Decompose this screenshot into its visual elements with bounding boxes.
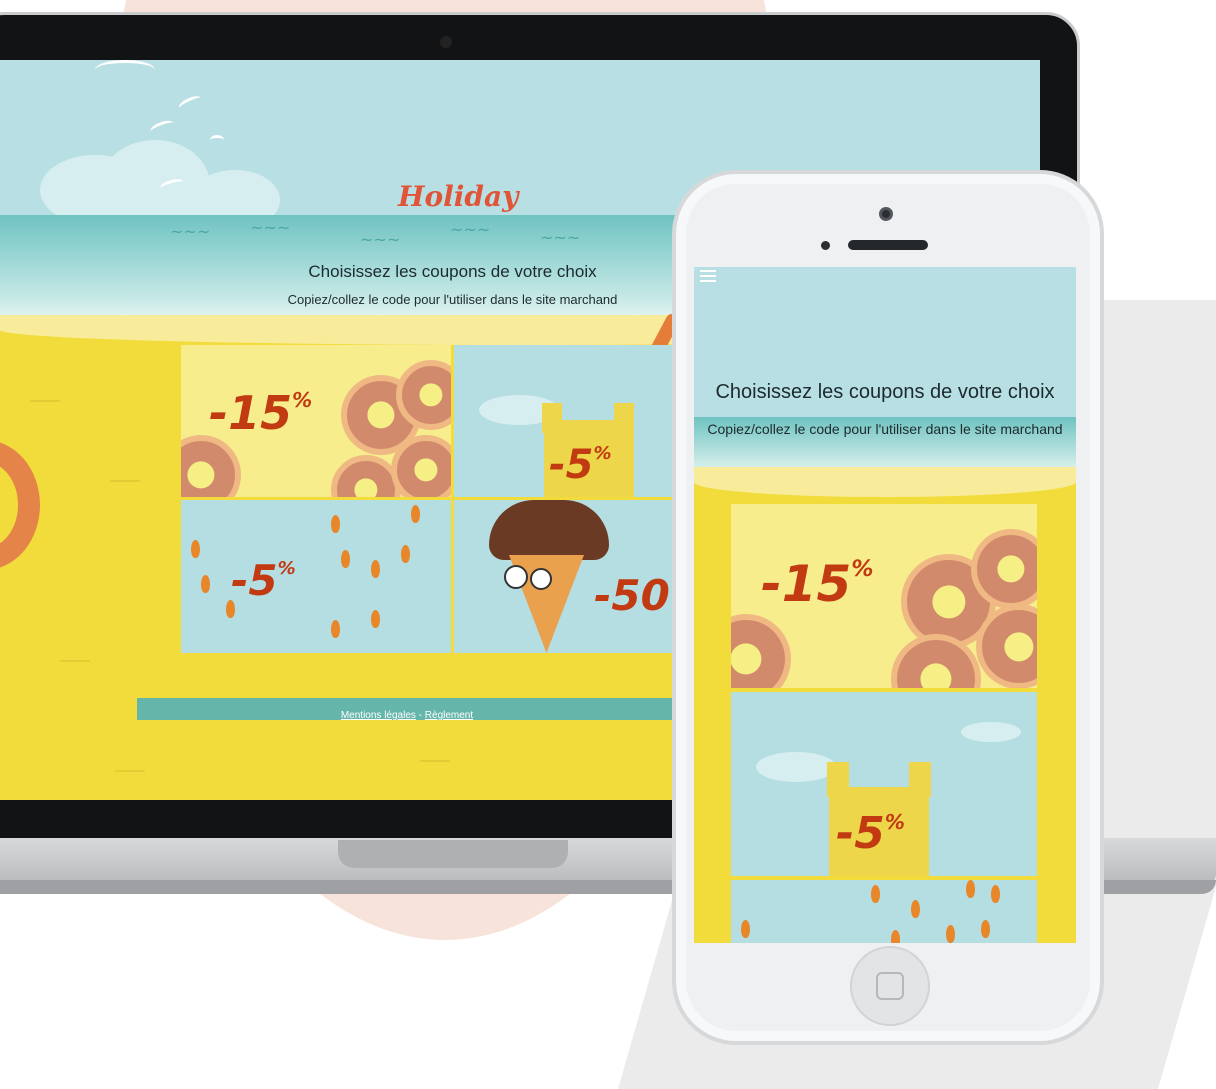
eye-icon: [530, 568, 552, 590]
home-button[interactable]: [850, 946, 930, 1026]
cloud: [961, 722, 1021, 742]
hamburger-menu-icon[interactable]: [700, 270, 716, 284]
coupon-card[interactable]: -15%: [181, 345, 451, 497]
swim-ring-icon: [0, 440, 40, 570]
flip-flop-icon: [741, 920, 750, 938]
flip-flop-icon: [331, 620, 340, 638]
percent-sign: %: [851, 557, 874, 582]
wave-mark: ~~~: [250, 218, 291, 237]
discount-value: -5%: [549, 442, 612, 488]
sand-mark: [110, 480, 140, 482]
wave-mark: ~~~: [540, 228, 581, 247]
percent-sign: %: [292, 388, 313, 412]
flip-flop-icon: [401, 545, 410, 563]
flip-flop-icon: [371, 560, 380, 578]
eye-icon: [504, 565, 528, 589]
seagull-icon: [210, 135, 224, 145]
wave-mark: ~~~: [170, 222, 211, 241]
castle-tower: [614, 403, 634, 433]
donut-icon: [731, 614, 791, 688]
flip-flop-icon: [371, 610, 380, 628]
discount-value: -15%: [209, 386, 313, 440]
percent-sign: %: [593, 443, 612, 464]
flip-flop-icon: [966, 880, 975, 898]
footer-bar: Mentions légales - Règlement: [137, 698, 677, 721]
ice-cream-scoop-icon: [489, 500, 609, 560]
castle-tower: [542, 403, 562, 433]
wave-mark: ~~~: [360, 230, 401, 249]
discount-value: -15%: [761, 555, 874, 613]
phone-speaker: [848, 240, 928, 250]
phone-sensor: [821, 241, 830, 250]
home-square-icon: [876, 972, 904, 1000]
coupon-card[interactable]: [731, 880, 1037, 943]
discount-value: -5%: [231, 556, 296, 605]
seagull-icon: [95, 60, 155, 80]
flip-flop-icon: [911, 900, 920, 918]
cloud: [756, 752, 836, 782]
donut-icon: [331, 455, 401, 497]
sand-mark: [420, 760, 450, 762]
sand-mark: [30, 400, 60, 402]
laptop-camera: [440, 36, 452, 48]
page-subtitle: Copiez/collez le code pour l'utiliser da…: [707, 421, 1063, 437]
flip-flop-icon: [191, 540, 200, 558]
page-title: Choisissez les coupons de votre choix: [715, 381, 1055, 403]
flip-flop-icon: [981, 920, 990, 938]
phone-screen: Choisissez les coupons de votre choix Co…: [694, 267, 1076, 943]
legal-notice-link[interactable]: Mentions légales: [341, 710, 416, 721]
flip-flop-icon: [331, 515, 340, 533]
flip-flop-icon: [891, 930, 900, 943]
shoreline: [694, 467, 1076, 497]
flip-flop-icon: [871, 885, 880, 903]
coupon-card[interactable]: -5%: [454, 345, 674, 497]
castle-tower: [909, 762, 931, 797]
percent-sign: %: [277, 558, 296, 579]
percent-sign: %: [884, 810, 905, 834]
holiday-logo: Holiday: [398, 180, 519, 213]
flip-flop-icon: [411, 505, 420, 523]
laptop-notch: [338, 840, 568, 868]
discount-value: -50: [594, 571, 670, 620]
coupon-card[interactable]: -5%: [731, 692, 1037, 876]
wave-mark: ~~~: [450, 220, 491, 239]
footer-separator: -: [415, 710, 425, 721]
coupon-card[interactable]: -50: [454, 500, 674, 653]
coupon-card[interactable]: -15%: [731, 504, 1037, 688]
flip-flop-icon: [946, 925, 955, 943]
flip-flop-icon: [201, 575, 210, 593]
donut-icon: [181, 435, 241, 497]
castle-tower: [827, 762, 849, 797]
phone-camera: [879, 207, 893, 221]
rules-link[interactable]: Règlement: [425, 710, 473, 721]
sand-mark: [60, 660, 90, 662]
flip-flop-icon: [991, 885, 1000, 903]
flip-flop-icon: [341, 550, 350, 568]
coupon-card[interactable]: -5%: [181, 500, 451, 653]
discount-value: -5%: [836, 808, 905, 859]
sand-mark: [115, 770, 145, 772]
